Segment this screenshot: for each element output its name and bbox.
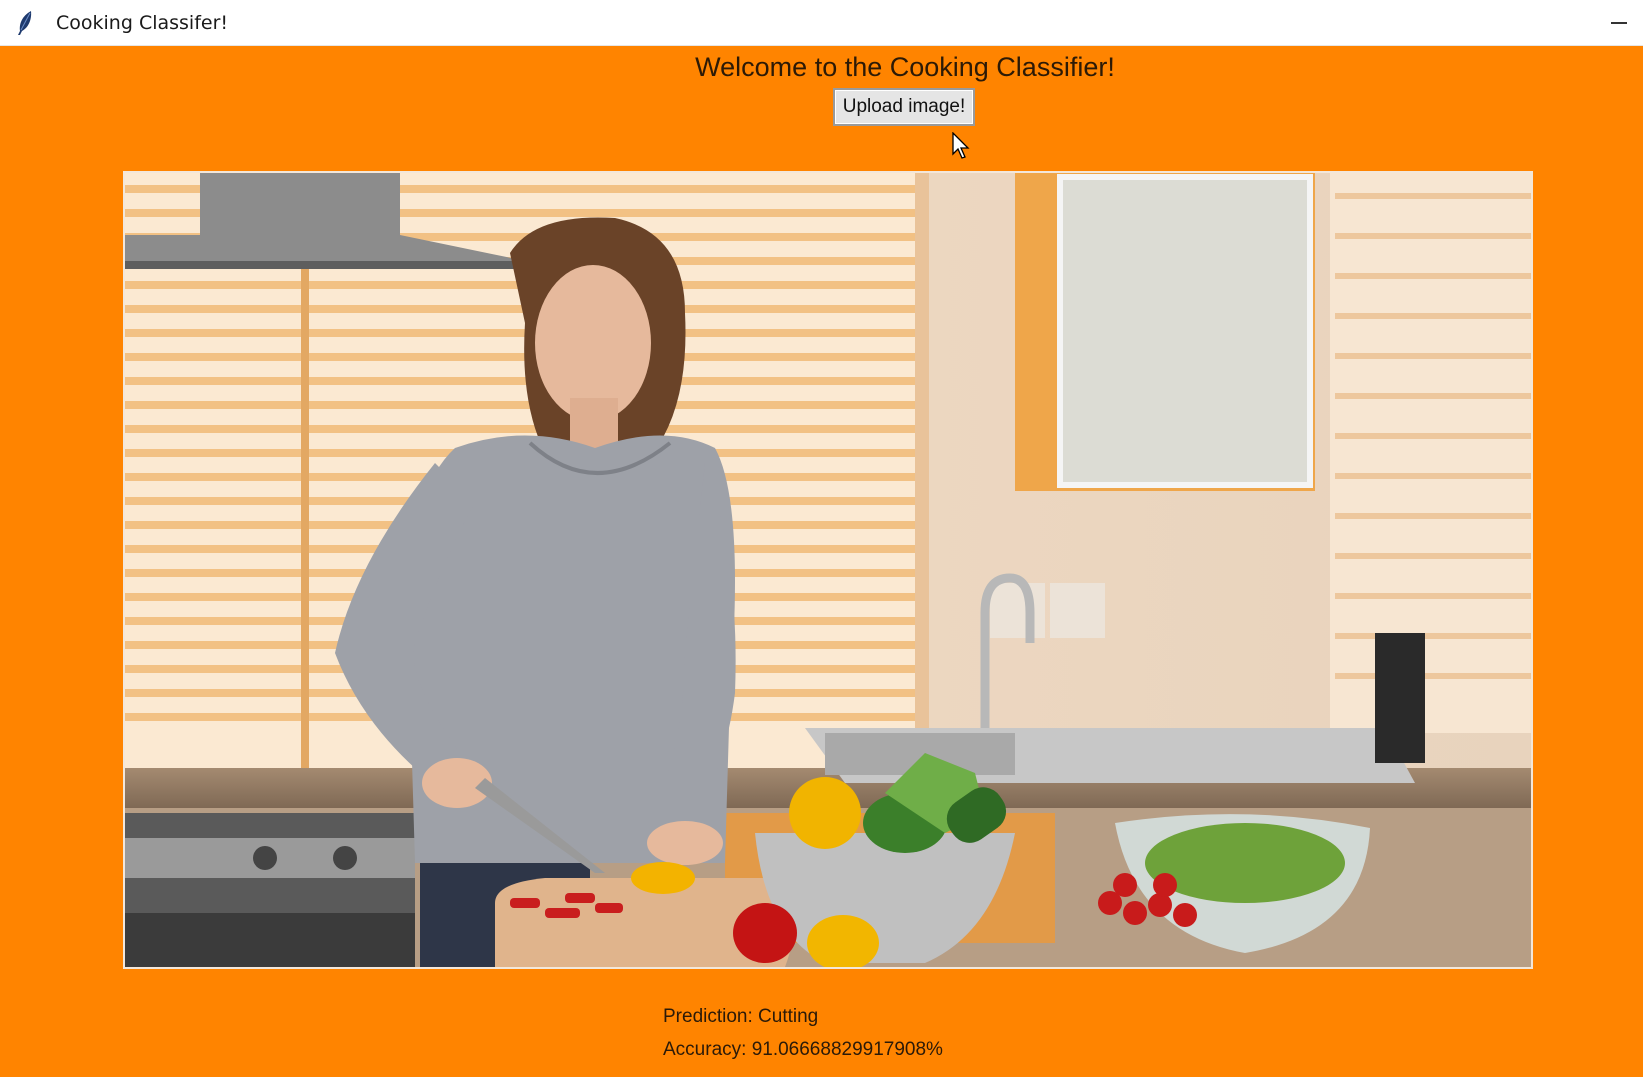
welcome-heading: Welcome to the Cooking Classifier! [695, 52, 1115, 82]
window-title: Cooking Classifer! [56, 11, 229, 34]
prediction-label: Prediction: Cutting [663, 1006, 819, 1027]
accuracy-label: Accuracy: 91.06668829917908% [663, 1039, 943, 1060]
feather-icon [16, 10, 38, 36]
mouse-cursor-icon [952, 132, 970, 159]
minimize-icon [1611, 22, 1627, 24]
main-panel: Welcome to the Cooking Classifier! Uploa… [0, 46, 1643, 1077]
upload-image-button[interactable]: Upload image! [833, 88, 975, 126]
title-bar: Cooking Classifer! [0, 0, 1643, 46]
kitchen-photo [125, 173, 1531, 967]
minimize-button[interactable] [1595, 0, 1643, 46]
uploaded-image [123, 171, 1533, 969]
